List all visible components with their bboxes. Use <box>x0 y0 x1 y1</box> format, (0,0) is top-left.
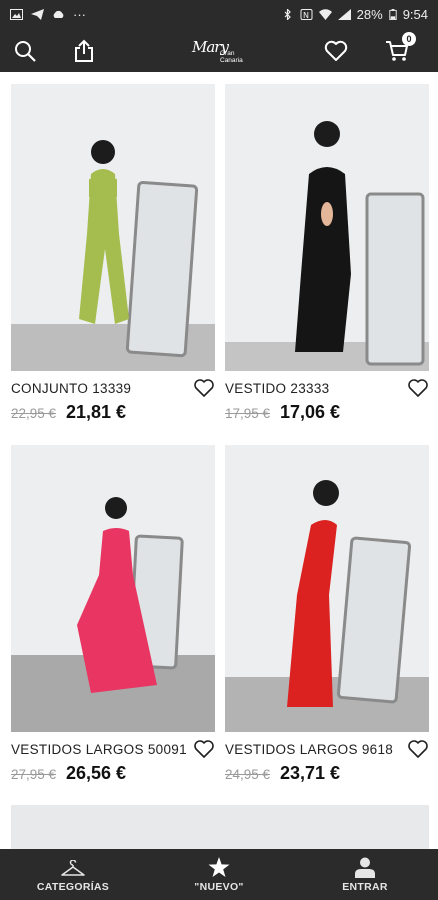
nav-login[interactable]: ENTRAR <box>292 849 438 900</box>
status-bar: ··· N 28% 9:54 <box>0 0 438 28</box>
svg-text:N: N <box>303 11 309 20</box>
product-photo[interactable] <box>225 445 429 732</box>
nfc-icon: N <box>300 8 313 20</box>
share-icon <box>75 39 93 62</box>
wifi-icon <box>318 8 332 20</box>
wishlist-button[interactable] <box>321 36 351 66</box>
top-toolbar: Mary Gran Canaria 0 <box>0 28 438 72</box>
heart-icon <box>324 40 348 61</box>
product-photo[interactable] <box>225 84 429 371</box>
original-price: 27,95 € <box>11 767 57 782</box>
nav-categories[interactable]: CATEGORÍAS <box>0 849 146 900</box>
product-name[interactable]: VESTIDO 23333 <box>225 381 329 396</box>
product-name[interactable]: VESTIDOS LARGOS 9618 <box>225 742 393 757</box>
search-icon <box>15 41 36 62</box>
star-icon <box>208 857 230 877</box>
sale-price: 21,81 € <box>66 402 127 422</box>
search-button[interactable] <box>10 36 40 66</box>
product-photo[interactable] <box>11 84 215 371</box>
battery-icon <box>389 8 397 20</box>
cloud-icon <box>53 10 64 18</box>
favorite-heart-icon[interactable] <box>407 739 429 759</box>
nav-label: "NUEVO" <box>194 881 244 893</box>
gallery-icon <box>10 8 23 20</box>
bluetooth-icon <box>284 8 291 20</box>
nav-label: ENTRAR <box>342 881 388 893</box>
original-price: 17,95 € <box>225 406 271 421</box>
logo-subtitle: Gran Canaria <box>220 50 243 64</box>
sale-price: 23,71 € <box>280 763 341 783</box>
product-name[interactable]: VESTIDOS LARGOS 50091 <box>11 742 187 757</box>
telegram-icon <box>31 8 44 20</box>
favorite-heart-icon[interactable] <box>193 739 215 759</box>
sale-price: 26,56 € <box>66 763 127 783</box>
share-button[interactable] <box>69 36 99 66</box>
hanger-icon <box>61 860 85 876</box>
original-price: 22,95 € <box>11 406 57 421</box>
product-photo[interactable] <box>11 445 215 732</box>
cart-button[interactable]: 0 <box>382 32 416 66</box>
favorite-heart-icon[interactable] <box>407 378 429 398</box>
sale-price: 17,06 € <box>280 402 341 422</box>
next-product-photo[interactable] <box>11 805 429 849</box>
favorite-heart-icon[interactable] <box>193 378 215 398</box>
user-icon <box>355 857 375 878</box>
battery-percent: 28% <box>356 6 383 22</box>
nav-label: CATEGORÍAS <box>36 881 110 893</box>
product-name[interactable]: CONJUNTO 13339 <box>11 381 131 396</box>
signal-icon <box>337 8 351 20</box>
bottom-navigation: CATEGORÍAS "NUEVO" ENTRAR <box>0 849 438 900</box>
original-price: 24,95 € <box>225 767 271 782</box>
more-notifications: ··· <box>73 6 86 22</box>
nav-new[interactable]: "NUEVO" <box>146 849 292 900</box>
store-logo[interactable]: Mary Gran Canaria <box>190 36 248 66</box>
cart-count-badge: 0 <box>402 32 416 46</box>
clock: 9:54 <box>402 6 428 22</box>
